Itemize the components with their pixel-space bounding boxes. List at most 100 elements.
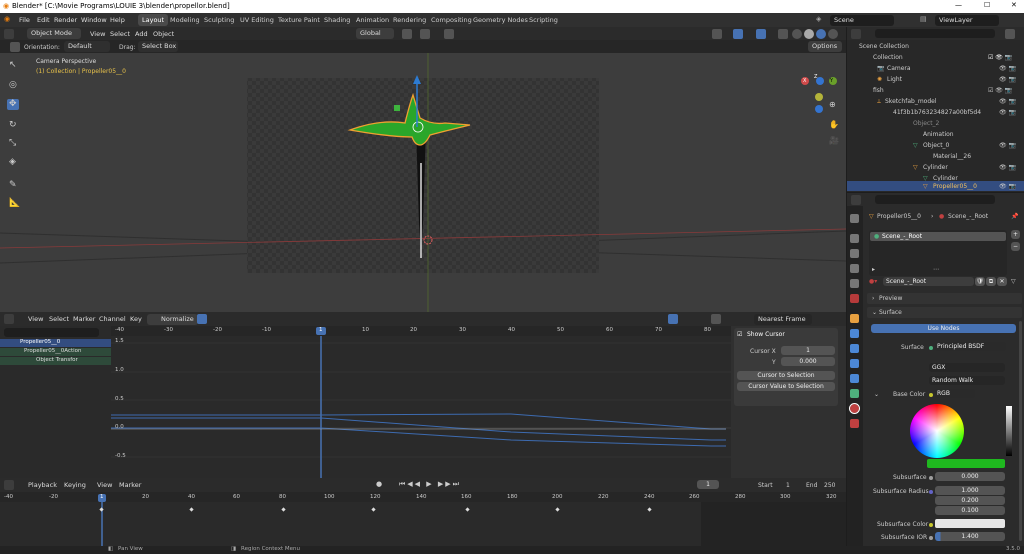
- visibility-icons[interactable]: 👁 📷: [999, 98, 1016, 105]
- graph-menu-select[interactable]: Select: [49, 315, 69, 323]
- tab-sculpting[interactable]: Sculpting: [200, 14, 238, 26]
- gizmo-toggle-icon[interactable]: [712, 29, 722, 39]
- menu-edit[interactable]: Edit: [37, 16, 50, 24]
- scene-tab-icon[interactable]: [850, 279, 859, 288]
- view-layer-tab-icon[interactable]: [850, 264, 859, 273]
- graph-curves-area[interactable]: [111, 336, 731, 478]
- snap-selector[interactable]: Nearest Frame: [754, 314, 812, 326]
- tab-scripting[interactable]: Scripting: [525, 14, 562, 26]
- expand-icon[interactable]: ▸: [872, 266, 875, 273]
- pin-icon[interactable]: 📌: [1011, 213, 1018, 220]
- tool-tab-icon[interactable]: [850, 214, 859, 223]
- material-fake-user-icon[interactable]: 🛡: [975, 277, 985, 286]
- drag-selector[interactable]: Select Box: [138, 41, 178, 53]
- graph-editor-type-icon[interactable]: [4, 314, 14, 324]
- scene-selector[interactable]: Scene: [830, 15, 894, 27]
- tab-layout[interactable]: Layout: [138, 14, 169, 26]
- annotate-tool-icon[interactable]: ✎: [9, 181, 17, 190]
- graph-filter-icon[interactable]: [668, 314, 678, 324]
- outliner-row-camera[interactable]: 📷 Camera 👁 📷: [847, 63, 1024, 74]
- outliner-search-input[interactable]: [875, 29, 995, 38]
- outliner-row-light[interactable]: ✺ Light 👁 📷: [847, 74, 1024, 85]
- timeline-menu-playback[interactable]: Playback: [28, 481, 57, 489]
- wireframe-shading-icon[interactable]: [792, 29, 802, 39]
- playback-controls[interactable]: ⏮◀◀ ▶ ▶▶⏭: [399, 481, 461, 488]
- subsurface-radius-y[interactable]: 0.200: [935, 496, 1005, 505]
- orientation-selector[interactable]: Default: [64, 41, 110, 53]
- outliner-row-scene-collection[interactable]: Scene Collection: [847, 41, 1024, 52]
- modifier-tab-icon[interactable]: [850, 329, 859, 338]
- graph-frame-ruler[interactable]: -40 -30 -20 -10 1 10 20 30 40 50 60 70 8…: [111, 326, 731, 336]
- visibility-icons[interactable]: 👁 📷: [999, 76, 1016, 83]
- blender-menu-icon[interactable]: ◉: [4, 16, 10, 23]
- material-link-icon[interactable]: ▽: [1011, 278, 1016, 285]
- tab-uv-editing[interactable]: UV Editing: [236, 14, 278, 26]
- subsurface-radius-x[interactable]: 1.000: [935, 486, 1005, 495]
- outliner[interactable]: Scene Collection Collection ☑ 👁 📷 📷 Camera…: [847, 40, 1024, 192]
- color-wheel[interactable]: [910, 404, 964, 458]
- end-field[interactable]: 250: [824, 482, 835, 489]
- add-slot-button[interactable]: +: [1011, 230, 1020, 239]
- graph-menu-view[interactable]: View: [28, 315, 43, 323]
- outliner-row-propeller[interactable]: ▽ Propeller05__0 👁 📷: [847, 181, 1024, 191]
- subsurface-field[interactable]: 0.000: [935, 472, 1005, 481]
- tab-modeling[interactable]: Modeling: [166, 14, 204, 26]
- outliner-row-object-0[interactable]: ▽ Object_0 👁 📷: [847, 140, 1024, 151]
- 3d-viewport[interactable]: Z Y X Camera Perspective (1) Collection …: [0, 53, 846, 312]
- close-button[interactable]: ✕: [1011, 2, 1017, 9]
- material-unlink-icon[interactable]: ✕: [997, 277, 1007, 286]
- timeline-current-tick[interactable]: 1: [98, 494, 106, 502]
- menu-help[interactable]: Help: [110, 16, 125, 24]
- channel-row-transform[interactable]: Object Transfor: [0, 357, 111, 365]
- material-shading-icon[interactable]: [816, 29, 826, 39]
- menu-render[interactable]: Render: [54, 16, 77, 24]
- move-tool-icon[interactable]: ✥: [7, 99, 19, 110]
- normalize-toggle[interactable]: Normalize: [147, 314, 198, 326]
- properties-editor-type-icon[interactable]: [851, 195, 861, 205]
- select-tool-icon[interactable]: ↖: [9, 61, 17, 70]
- outliner-row-cylinder[interactable]: ▽ Cylinder 👁 📷: [847, 162, 1024, 173]
- physics-tab-icon[interactable]: [850, 359, 859, 368]
- outliner-row-sketchfab[interactable]: ⟂ Sketchfab_model 👁 📷: [847, 96, 1024, 107]
- base-color-mode-field[interactable]: RGB: [935, 389, 975, 398]
- data-tab-icon[interactable]: [850, 389, 859, 398]
- menu-file[interactable]: File: [19, 16, 30, 24]
- use-nodes-button[interactable]: Use Nodes: [871, 324, 1016, 333]
- visibility-icons[interactable]: ☑ 👁 📷: [988, 54, 1012, 61]
- subsurface-method-selector[interactable]: Random Walk: [929, 376, 1005, 385]
- subsurface-color-swatch[interactable]: [935, 519, 1005, 528]
- outliner-row-object-2[interactable]: Object_2: [847, 118, 1024, 129]
- outliner-row-material-26[interactable]: Material__26: [847, 151, 1024, 162]
- cursor-tool-icon[interactable]: ◎: [9, 81, 17, 90]
- material-name-field[interactable]: Scene_-_Root: [883, 277, 974, 286]
- zoom-icon[interactable]: ⊕: [829, 101, 836, 109]
- cursor-x-field[interactable]: 1: [781, 346, 835, 355]
- graph-menu-channel[interactable]: Channel: [99, 315, 126, 323]
- start-field[interactable]: 1: [786, 482, 790, 489]
- solid-shading-icon[interactable]: [804, 29, 814, 39]
- particles-tab-icon[interactable]: [850, 344, 859, 353]
- overlay-icon[interactable]: [756, 29, 766, 39]
- preview-panel-header[interactable]: › Preview: [867, 293, 1022, 304]
- channel-search-input[interactable]: [4, 328, 99, 337]
- object-tab-icon[interactable]: [850, 314, 859, 323]
- options-button[interactable]: Options: [808, 41, 842, 53]
- visibility-icons[interactable]: 👁 📷: [999, 109, 1016, 116]
- material-duplicate-icon[interactable]: ⧉: [986, 277, 996, 286]
- properties-search-input[interactable]: [875, 195, 995, 204]
- cursor-y-field[interactable]: 0.000: [781, 357, 835, 366]
- base-color-swatch[interactable]: [927, 459, 1005, 468]
- tab-shading[interactable]: Shading: [320, 14, 354, 26]
- timeline-editor-type-icon[interactable]: [4, 480, 14, 490]
- distribution-selector[interactable]: GGX: [929, 363, 1005, 372]
- material-browse-icon[interactable]: ●▾: [869, 278, 877, 285]
- visibility-icons[interactable]: 👁 📷: [999, 164, 1016, 171]
- timeline[interactable]: Playback Keying View Marker ● ⏮◀◀ ▶ ▶▶⏭ …: [0, 478, 846, 546]
- pan-hand-icon[interactable]: ✋: [829, 121, 839, 129]
- transform-orientation-selector[interactable]: Global: [356, 28, 394, 40]
- visibility-icons[interactable]: ☑ 👁 📷: [988, 87, 1012, 94]
- measure-tool-icon[interactable]: 📐: [9, 199, 20, 208]
- tab-rendering[interactable]: Rendering: [389, 14, 430, 26]
- cursor-value-to-selection-button[interactable]: Cursor Value to Selection: [737, 382, 835, 391]
- outliner-row-fish[interactable]: fish ☑ 👁 📷: [847, 85, 1024, 96]
